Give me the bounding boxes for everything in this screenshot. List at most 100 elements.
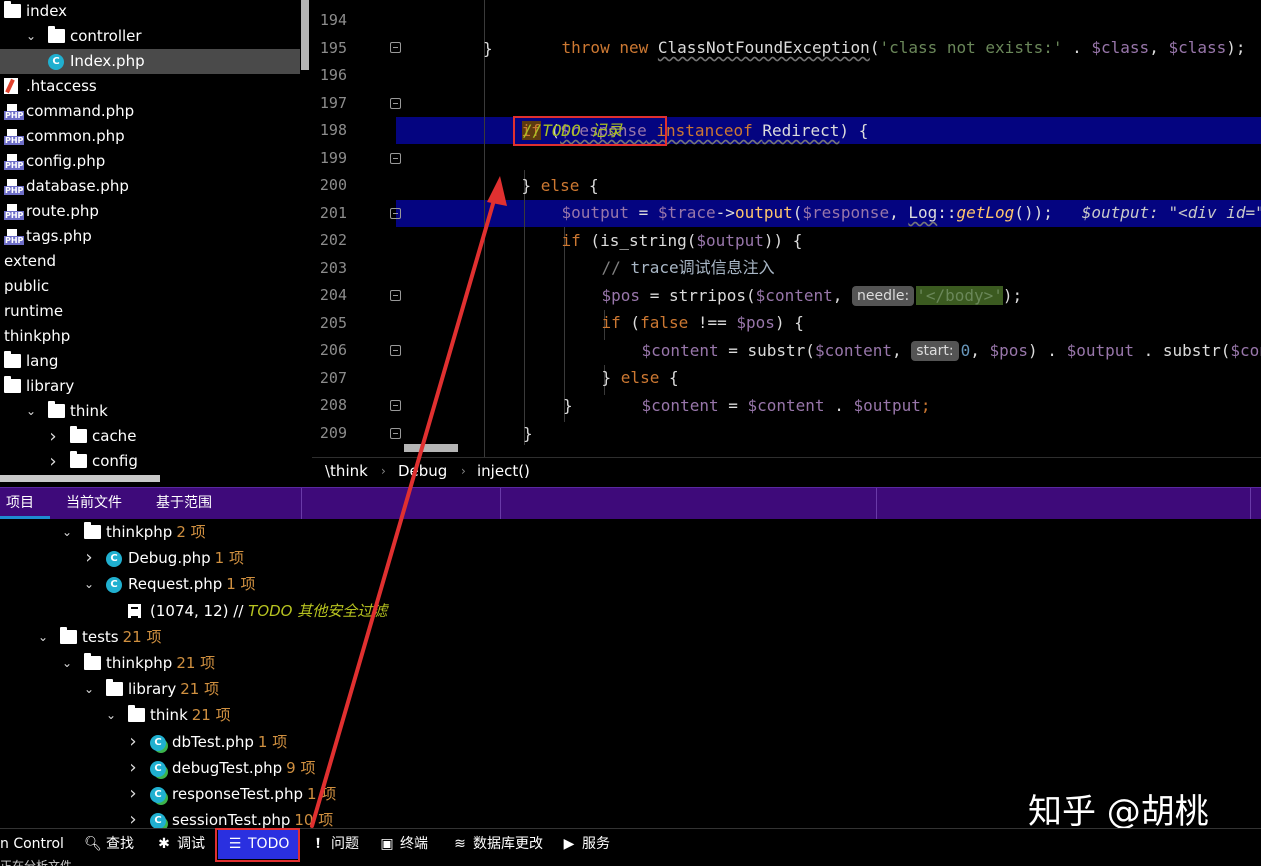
project-tree-item[interactable]: ⌄ controller: [0, 24, 300, 49]
todo-node-label: sessionTest.php 10 项: [172, 807, 333, 828]
project-tree-item[interactable]: extend: [0, 249, 300, 274]
project-tree-item[interactable]: library: [0, 374, 300, 399]
chevron-right-icon[interactable]: ›: [46, 449, 60, 474]
chevron-down-icon[interactable]: ⌄: [60, 519, 74, 545]
tool-label: 调试: [177, 836, 205, 852]
chevron-down-icon[interactable]: ⌄: [82, 571, 96, 597]
breadcrumb-method[interactable]: inject(): [477, 458, 530, 485]
project-tree-item-label: database.php: [26, 177, 129, 195]
todo-item-row[interactable]: (1074, 12) // TODO 其他安全过滤: [0, 598, 900, 624]
project-tree-item[interactable]: route.php: [0, 199, 300, 224]
todo-node-name: Debug.php: [128, 549, 211, 568]
project-tree-item[interactable]: command.php: [0, 99, 300, 124]
code-token: );: [1002, 286, 1023, 305]
project-tree-item[interactable]: tags.php: [0, 224, 300, 249]
project-tree-item[interactable]: C Index.php: [0, 49, 300, 74]
code-token: $response: [802, 203, 890, 222]
fold-marker[interactable]: [390, 345, 401, 356]
project-tree-item[interactable]: lang: [0, 349, 300, 374]
find-tool[interactable]: 🔍︎ 查找: [84, 829, 144, 859]
fold-marker[interactable]: [390, 42, 401, 53]
todo-tree-node[interactable]: ⌄ C Request.php 1 项: [0, 571, 900, 597]
project-tree-item[interactable]: public: [0, 274, 300, 299]
code-token: Log: [908, 203, 938, 222]
chevron-right-icon[interactable]: ›: [82, 545, 96, 571]
chevron-right-icon[interactable]: ›: [126, 781, 140, 807]
todo-node-label: think 21 项: [150, 702, 231, 728]
tab-current-file[interactable]: 当前文件: [60, 488, 128, 519]
project-tree-item-label: runtime: [4, 302, 64, 320]
todo-node-label: (1074, 12) // TODO 其他安全过滤: [150, 598, 387, 624]
fold-marker[interactable]: [390, 153, 401, 164]
code-token: $output: [1066, 341, 1134, 360]
editor-horizontal-scrollbar[interactable]: [404, 444, 458, 452]
code-editor[interactable]: 194 195 196 197 198 199 200 201 202 203 204 205 206 2…: [312, 0, 1261, 457]
folder-icon: [106, 679, 123, 697]
fold-marker[interactable]: [390, 428, 401, 439]
project-tree-item-label: .htaccess: [26, 77, 97, 95]
breadcrumb-namespace[interactable]: \think: [325, 458, 368, 485]
todo-tree-node[interactable]: ⌄ tests 21 项: [0, 624, 900, 650]
project-tree-item[interactable]: index: [0, 0, 300, 24]
project-tree-item[interactable]: runtime: [0, 299, 300, 324]
database-changes-tool[interactable]: ≋ 数据库更改: [451, 829, 551, 859]
todo-node-label: dbTest.php 1 项: [172, 729, 287, 755]
todo-tree-node[interactable]: ⌄ library 21 项: [0, 676, 900, 702]
terminal-tool[interactable]: ▣ 终端: [378, 829, 440, 859]
project-tree-item[interactable]: common.php: [0, 124, 300, 149]
line-number: 206: [319, 341, 347, 359]
chevron-right-icon[interactable]: ›: [126, 755, 140, 781]
php-file-icon: [4, 154, 25, 170]
project-tree-item-label: thinkphp: [4, 327, 71, 345]
fold-marker[interactable]: [390, 98, 401, 109]
version-control-tool[interactable]: n Control: [0, 829, 64, 859]
project-tree-item[interactable]: › config: [0, 449, 300, 474]
chevron-down-icon[interactable]: ⌄: [82, 676, 96, 702]
todo-node-name: dbTest.php: [172, 732, 254, 751]
code-line-207: $content = $content . $output;: [603, 365, 931, 415]
todo-node-name: responseTest.php: [172, 785, 303, 803]
code-token: ,: [892, 341, 912, 360]
chevron-down-icon[interactable]: ⌄: [104, 702, 118, 728]
tree-vertical-scrollbar[interactable]: [301, 0, 309, 70]
tab-scope-based[interactable]: 基于范围: [150, 488, 218, 519]
chevron-down-icon[interactable]: ⌄: [60, 650, 74, 676]
project-tree-item[interactable]: › cache: [0, 424, 300, 449]
services-icon: ▶: [563, 836, 575, 852]
project-tree-item[interactable]: config.php: [0, 149, 300, 174]
fold-marker[interactable]: [390, 400, 401, 411]
todo-node-label: Debug.php 1 项: [128, 545, 244, 571]
project-tree-item[interactable]: thinkphp: [0, 324, 300, 349]
tab-project[interactable]: 项目: [0, 488, 50, 519]
tree-horizontal-scrollbar[interactable]: [0, 475, 160, 482]
chevron-right-icon[interactable]: ›: [126, 807, 140, 828]
project-tree-item[interactable]: .htaccess: [0, 74, 300, 99]
chevron-down-icon[interactable]: ⌄: [24, 24, 38, 49]
todo-tree-node[interactable]: ⌄ thinkphp 21 项: [0, 650, 900, 676]
todo-node-label: Request.php 1 项: [128, 571, 256, 597]
todo-tree-node[interactable]: › CsessionTest.php 10 项: [0, 807, 900, 828]
project-tree-item[interactable]: ⌄ think: [0, 399, 300, 424]
bug-icon: ✱: [158, 836, 170, 852]
folder-icon: [60, 626, 77, 644]
breadcrumb-class[interactable]: Debug: [398, 458, 447, 485]
fold-marker[interactable]: [390, 290, 401, 301]
chevron-down-icon[interactable]: ⌄: [36, 624, 50, 650]
chevron-right-icon[interactable]: ›: [126, 729, 140, 755]
line-number: 198: [319, 121, 347, 139]
problems-tool[interactable]: ❗︎ 问题: [309, 829, 369, 859]
todo-tree-node[interactable]: ⌄ think 21 项: [0, 702, 900, 728]
code-token: 0: [960, 341, 971, 360]
chevron-right-icon[interactable]: ›: [46, 424, 60, 449]
project-tree-item[interactable]: database.php: [0, 174, 300, 199]
debug-tool[interactable]: ✱ 调试: [155, 829, 211, 859]
fold-marker[interactable]: [390, 208, 401, 219]
todo-tree-node[interactable]: › C Debug.php 1 项: [0, 545, 900, 571]
todo-tree-node[interactable]: › CdebugTest.php 9 项: [0, 755, 900, 781]
services-tool[interactable]: ▶ 服务: [560, 829, 620, 859]
todo-tree-node[interactable]: › CresponseTest.php 1 项: [0, 781, 900, 807]
todo-tree-node[interactable]: › CdbTest.php 1 项: [0, 729, 900, 755]
todo-tree-node[interactable]: ⌄ thinkphp 2 项: [0, 519, 900, 545]
project-tree-item-label: route.php: [26, 202, 99, 220]
chevron-down-icon[interactable]: ⌄: [24, 399, 38, 424]
